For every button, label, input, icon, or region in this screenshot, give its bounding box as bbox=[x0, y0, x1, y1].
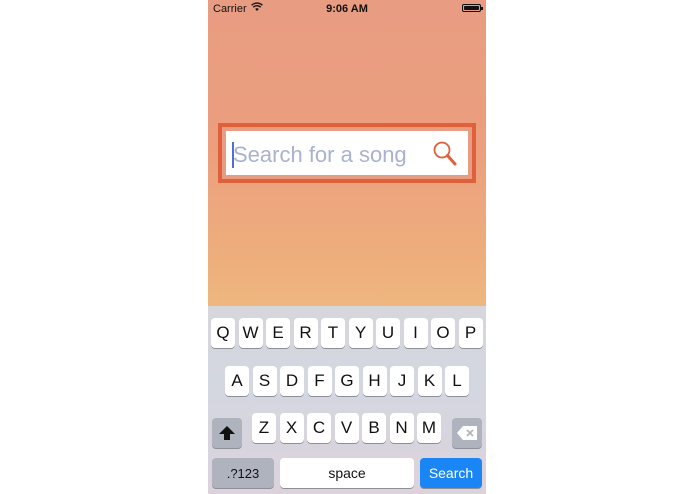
key-a[interactable]: A bbox=[225, 366, 249, 396]
keyboard: QWERTYUIOP ASDFGHJKL ZXCVBNM .?123 space… bbox=[208, 306, 486, 494]
key-f[interactable]: F bbox=[307, 366, 332, 396]
key-d[interactable]: D bbox=[280, 366, 304, 396]
key-j[interactable]: J bbox=[390, 366, 414, 396]
search-key[interactable]: Search bbox=[420, 458, 482, 488]
key-o[interactable]: O bbox=[431, 318, 455, 348]
key-v[interactable]: V bbox=[334, 413, 359, 443]
numbers-key[interactable]: .?123 bbox=[212, 458, 274, 488]
key-w[interactable]: W bbox=[238, 318, 263, 348]
key-l[interactable]: L bbox=[445, 366, 469, 396]
search-input[interactable] bbox=[233, 135, 433, 175]
key-n[interactable]: N bbox=[389, 413, 414, 443]
key-m[interactable]: M bbox=[417, 413, 441, 443]
space-key[interactable]: space bbox=[280, 458, 414, 488]
delete-key[interactable] bbox=[452, 418, 482, 448]
key-z[interactable]: Z bbox=[252, 413, 276, 443]
key-e[interactable]: E bbox=[266, 318, 290, 348]
key-p[interactable]: P bbox=[458, 318, 483, 348]
key-c[interactable]: C bbox=[307, 413, 331, 443]
key-t[interactable]: T bbox=[321, 318, 345, 348]
phone-screen: Carrier 9:06 AM QWERTYUIOP ASDFGHJKL ZXC… bbox=[208, 0, 486, 494]
search-icon[interactable] bbox=[432, 140, 458, 168]
key-g[interactable]: G bbox=[335, 366, 359, 396]
key-k[interactable]: K bbox=[417, 366, 442, 396]
key-q[interactable]: Q bbox=[211, 318, 235, 348]
key-x[interactable]: X bbox=[279, 413, 304, 443]
key-s[interactable]: S bbox=[252, 366, 277, 396]
key-h[interactable]: H bbox=[362, 366, 387, 396]
battery-icon bbox=[462, 4, 483, 12]
clock: 9:06 AM bbox=[326, 3, 368, 15]
shift-key[interactable] bbox=[212, 418, 242, 448]
search-field-container bbox=[226, 131, 468, 175]
key-i[interactable]: I bbox=[403, 318, 428, 348]
key-r[interactable]: R bbox=[293, 318, 318, 348]
key-b[interactable]: B bbox=[362, 413, 386, 443]
key-u[interactable]: U bbox=[376, 318, 400, 348]
status-bar: Carrier 9:06 AM bbox=[208, 0, 486, 18]
key-y[interactable]: Y bbox=[348, 318, 373, 348]
search-box bbox=[218, 123, 476, 183]
